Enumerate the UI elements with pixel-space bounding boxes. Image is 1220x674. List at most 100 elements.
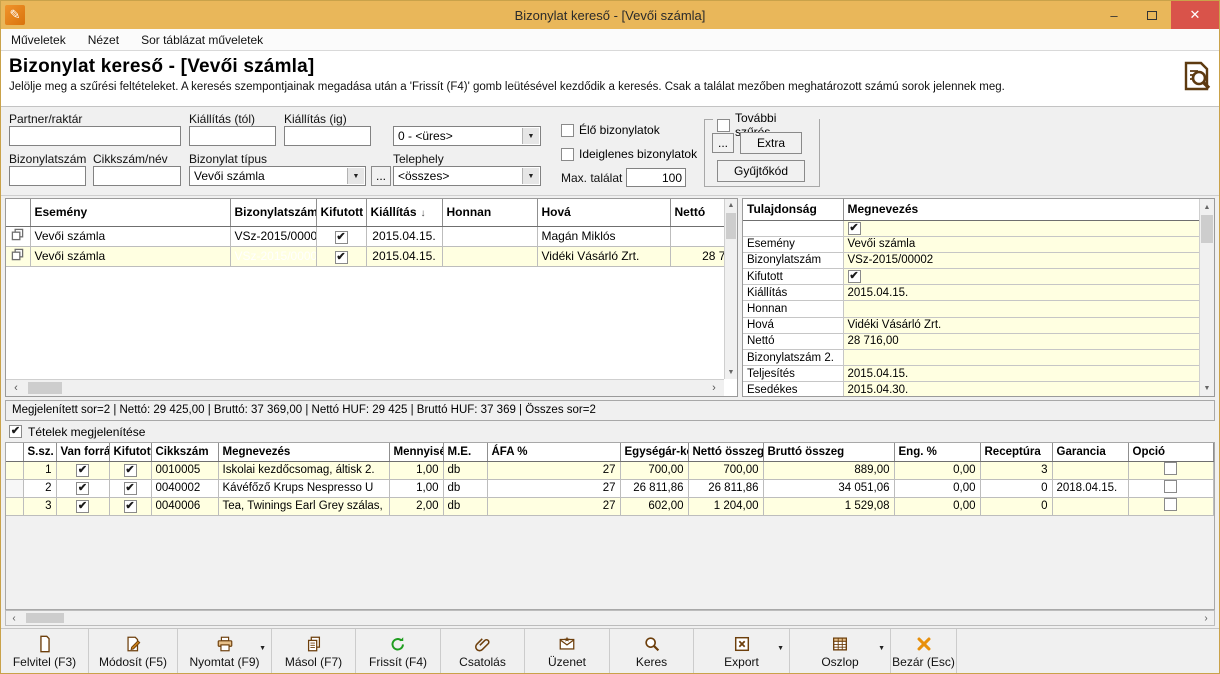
scroll-up-icon[interactable]: ▲ [725, 199, 737, 212]
extra-button[interactable]: Extra [740, 132, 802, 154]
checkbox[interactable] [76, 500, 89, 513]
h-scrollbar[interactable]: ‹ › [5, 610, 1215, 626]
column-header[interactable]: Bizonylatszám [230, 199, 316, 226]
bizonylat-tipus-more-button[interactable]: ... [371, 166, 391, 186]
partner-input[interactable] [9, 126, 181, 146]
cell-hova[interactable]: Magán Miklós [537, 226, 670, 246]
scroll-down-icon[interactable]: ▼ [725, 366, 737, 379]
cell-me[interactable]: db [443, 479, 487, 497]
cell-opcio[interactable] [1128, 461, 1213, 479]
checkbox[interactable] [1164, 480, 1177, 493]
tovabbi-szures-checkbox[interactable] [717, 119, 730, 132]
property-value[interactable]: 2015.04.30. [843, 382, 1203, 397]
table-row[interactable]: Vevői számlaVSz-2015/00002 2015.04.15. Vid… [6, 246, 738, 266]
table-row[interactable]: 20040002Kávéfőző Krups Nespresso U1,00db… [6, 479, 1215, 497]
cell-egysegar[interactable]: 26 811,86 [620, 479, 688, 497]
cell-netto[interactable]: 1 204,00 [688, 497, 763, 515]
checkbox[interactable] [848, 222, 861, 235]
max-talalat-input[interactable] [626, 168, 686, 187]
cell-hova[interactable]: Vidéki Vásárló Zrt. [537, 246, 670, 266]
column-header[interactable]: Megnevezés [218, 443, 389, 461]
checkbox[interactable] [1164, 498, 1177, 511]
scroll-left-icon[interactable]: ‹ [6, 611, 22, 625]
v-scrollbar[interactable]: ▲ ▼ [724, 199, 737, 379]
edit-button[interactable]: Módosít (F5) [89, 629, 178, 673]
v-scrollbar[interactable]: ▲ ▼ [1199, 199, 1214, 396]
cell-eng[interactable]: 0,00 [894, 461, 980, 479]
cell-brutto[interactable]: 889,00 [763, 461, 894, 479]
chevron-down-icon[interactable]: ▼ [259, 645, 266, 652]
cell-honnan[interactable] [442, 246, 537, 266]
checkbox[interactable] [335, 251, 348, 264]
chevron-down-icon[interactable]: ▼ [522, 168, 539, 184]
cell-nev[interactable]: Iskolai kezdőcsomag, áltisk 2. [218, 461, 389, 479]
cell-kif[interactable] [109, 479, 151, 497]
property-row[interactable]: Kifutott [743, 269, 1203, 285]
cikkszam-input[interactable] [93, 166, 181, 186]
property-row[interactable]: EseményVevői számla [743, 236, 1203, 252]
column-header[interactable]: ÁFA % [487, 443, 620, 461]
property-value[interactable] [843, 269, 1203, 285]
column-header[interactable]: Garancia [1052, 443, 1128, 461]
chevron-down-icon[interactable]: ▼ [878, 645, 885, 652]
bizonylatszam-input[interactable] [9, 166, 86, 186]
cell-bizonylatszam[interactable]: VSz-2015/00002 [230, 246, 316, 266]
column-header[interactable]: Kifutott [109, 443, 151, 461]
property-row[interactable]: Bizonylatszám 2. [743, 350, 1203, 366]
attach-button[interactable]: Csatolás [441, 629, 525, 673]
cell-cikk[interactable]: 0010005 [151, 461, 218, 479]
cell-egysegar[interactable]: 602,00 [620, 497, 688, 515]
chevron-down-icon[interactable]: ▼ [347, 168, 364, 184]
elo-bizonylatok-checkbox[interactable] [561, 124, 574, 137]
table-row[interactable]: 10010005Iskolai kezdőcsomag, áltisk 2.1,… [6, 461, 1215, 479]
print-button[interactable]: Nyomtat (F9)▼ [178, 629, 272, 673]
gyujtokod-button[interactable]: Gyűjtőkód [717, 160, 805, 182]
cell-netto[interactable]: 700,00 [688, 461, 763, 479]
checkbox[interactable] [124, 482, 137, 495]
property-row[interactable]: Kiállítás2015.04.15. [743, 285, 1203, 301]
property-value[interactable]: 2015.04.15. [843, 285, 1203, 301]
checkbox[interactable] [124, 464, 137, 477]
cell-brutto[interactable]: 34 051,06 [763, 479, 894, 497]
cell-esemeny[interactable]: Vevői számla [30, 246, 230, 266]
column-header[interactable]: Nettó összeg [688, 443, 763, 461]
cell-van[interactable] [56, 479, 109, 497]
cell-ssz[interactable]: 1 [23, 461, 56, 479]
column-header[interactable]: Honnan [442, 199, 537, 226]
property-row[interactable]: Esedékes2015.04.30. [743, 382, 1203, 397]
menu-item[interactable]: Sor táblázat műveletek [141, 33, 263, 47]
cell-ssz[interactable]: 2 [23, 479, 56, 497]
cell-brutto[interactable]: 1 529,08 [763, 497, 894, 515]
cell-kiallitas[interactable]: 2015.04.15. [366, 246, 442, 266]
property-row[interactable] [743, 220, 1203, 236]
table-row[interactable]: 30040006Tea, Twinings Earl Grey szálas,2… [6, 497, 1215, 515]
row-selector[interactable] [6, 497, 23, 515]
cell-garancia[interactable]: 2018.04.15. [1052, 479, 1128, 497]
column-header[interactable]: Eng. % [894, 443, 980, 461]
cell-me[interactable]: db [443, 497, 487, 515]
column-header[interactable]: Megnevezés [843, 199, 1203, 220]
message-button[interactable]: Üzenet [525, 629, 610, 673]
cell-cikk[interactable]: 0040002 [151, 479, 218, 497]
property-row[interactable]: HováVidéki Vásárló Zrt. [743, 317, 1203, 333]
cell-netto[interactable]: 26 811,86 [688, 479, 763, 497]
cell-kifutott[interactable] [316, 246, 366, 266]
scrollbar-thumb[interactable] [726, 213, 736, 239]
property-value[interactable]: 2015.04.15. [843, 366, 1203, 382]
copy-button[interactable]: Másol (F7) [272, 629, 356, 673]
column-header[interactable]: Bruttó összeg [763, 443, 894, 461]
cell-garancia[interactable] [1052, 497, 1128, 515]
checkbox[interactable] [335, 231, 348, 244]
new-document-button[interactable]: Felvitel (F3) [1, 629, 89, 673]
checkbox[interactable] [848, 270, 861, 283]
cell-nev[interactable]: Tea, Twinings Earl Grey szálas, [218, 497, 389, 515]
row-copy-icon[interactable] [6, 226, 30, 246]
column-header[interactable]: Mennyiség [389, 443, 443, 461]
column-header[interactable]: Egységár-ke [620, 443, 688, 461]
column-header[interactable]: Cikkszám [151, 443, 218, 461]
tetelek-checkbox[interactable] [9, 425, 22, 438]
scroll-left-icon[interactable]: ‹ [8, 380, 24, 396]
scrollbar-thumb[interactable] [28, 382, 62, 394]
column-header[interactable]: Esemény [30, 199, 230, 226]
kiallitas-tol-input[interactable] [189, 126, 276, 146]
